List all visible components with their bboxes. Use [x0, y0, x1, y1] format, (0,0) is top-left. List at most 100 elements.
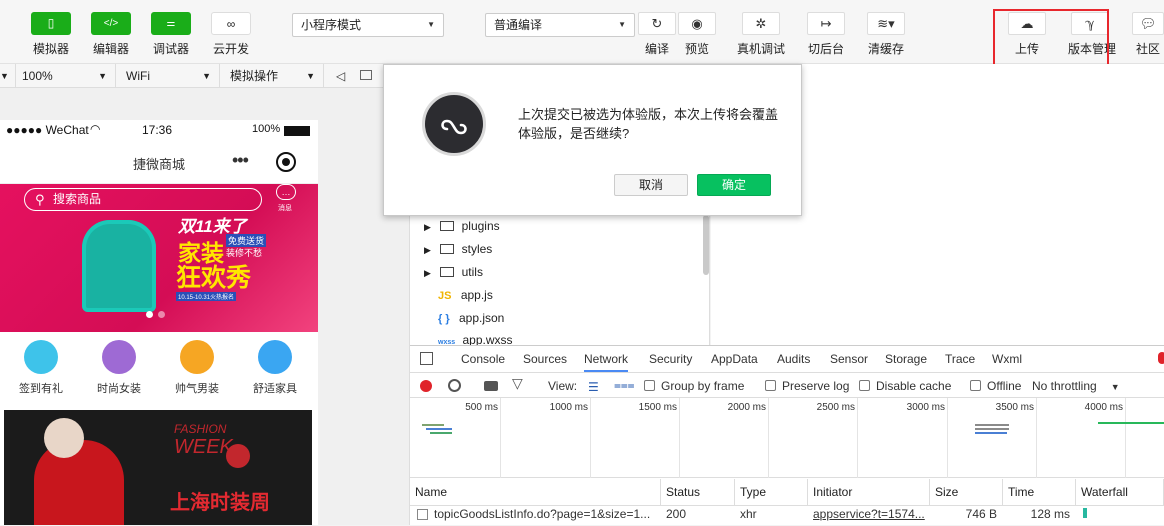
col-size[interactable]: Size: [930, 479, 1003, 506]
col-status[interactable]: Status: [661, 479, 735, 506]
message-icon[interactable]: …: [276, 184, 296, 200]
tree-file-app-json[interactable]: { } app.json: [438, 307, 504, 330]
record-icon[interactable]: [420, 380, 432, 392]
col-initiator[interactable]: Initiator: [808, 479, 930, 506]
speaker-icon[interactable]: ◁: [336, 69, 345, 83]
phone-status-bar: ●●●●● WeChat ◠ 17:36 100%: [0, 120, 318, 140]
simulator-panel: ●●●●● WeChat ◠ 17:36 100% 捷微商城 ••• ⚲ 搜索商…: [0, 88, 410, 525]
caret-down-icon: ▼: [98, 71, 107, 81]
promo-banner[interactable]: ⚲ 搜索商品 … 消息 双11来了 家装 狂欢秀 免费送货 装修不愁 10.15…: [0, 184, 318, 332]
timeline-bar: [426, 428, 452, 430]
compile-button[interactable]: ↻ 编译: [638, 12, 676, 57]
tab-console[interactable]: Console: [461, 346, 505, 372]
tree-folder-styles[interactable]: ▶ styles: [424, 238, 492, 261]
col-time[interactable]: Time: [1003, 479, 1076, 506]
eye-icon: ◉: [678, 12, 716, 35]
background-button[interactable]: ↦ 切后台: [806, 12, 846, 57]
chevron-right-icon: ▶: [424, 222, 431, 232]
throttling-select[interactable]: No throttling ▼: [1032, 373, 1120, 399]
camera-icon[interactable]: [484, 381, 498, 391]
cancel-button[interactable]: 取消: [614, 174, 688, 196]
compile-mode-select[interactable]: 普通编译 ▼: [485, 13, 635, 37]
inspect-element-icon[interactable]: [420, 352, 433, 365]
offline-checkbox[interactable]: Offline: [970, 373, 1021, 399]
tab-audits[interactable]: Audits: [777, 346, 810, 372]
switch-icon: ↦: [807, 12, 845, 35]
col-type[interactable]: Type: [735, 479, 808, 506]
fashion-week-banner[interactable]: FASHION WEEK 上海时装周: [4, 410, 312, 525]
close-capsule-icon[interactable]: [276, 152, 296, 172]
caret-down-icon: ▼: [427, 20, 435, 29]
code-icon: </>: [91, 12, 131, 35]
row-checkbox[interactable]: [417, 509, 428, 520]
network-timeline[interactable]: 500 ms 1000 ms 1500 ms 2000 ms 2500 ms 3…: [410, 398, 1164, 478]
tree-folder-plugins[interactable]: ▶ plugins: [424, 215, 500, 238]
folder-icon: [440, 267, 455, 277]
network-toolbar: ▽ View: ☰ ⩶ Group by frame Preserve log …: [410, 372, 1164, 398]
confirm-button[interactable]: 确定: [697, 174, 771, 196]
tab-security[interactable]: Security: [649, 346, 692, 372]
col-name[interactable]: Name: [410, 479, 661, 506]
caret-down-icon: ▼: [1110, 382, 1120, 392]
category-men[interactable]: 帅气男装: [164, 340, 230, 396]
phone-nav-bar: 捷微商城 •••: [0, 140, 318, 184]
debugger-button[interactable]: ⚌ 调试器: [140, 12, 202, 57]
initiator-link[interactable]: appservice?t=1574...: [808, 506, 930, 522]
chevron-right-icon: ▶: [424, 245, 431, 255]
table-row[interactable]: topicGoodsListInfo.do?page=1&size=1... 2…: [410, 506, 1164, 522]
disable-cache-checkbox[interactable]: Disable cache: [859, 373, 951, 399]
filter-icon[interactable]: ▽: [512, 375, 523, 392]
community-button[interactable]: 💬︎ 社区: [1132, 12, 1164, 57]
devtools-panel: Console Sources Network Security AppData…: [410, 345, 1164, 525]
real-device-debug-button[interactable]: ✲ 真机调试: [736, 12, 786, 57]
chevron-right-icon: ▶: [424, 268, 431, 278]
folder-icon: [440, 244, 455, 254]
category-furniture[interactable]: 舒适家具: [242, 340, 308, 396]
window-icon[interactable]: [360, 70, 372, 80]
tab-wxml[interactable]: Wxml: [992, 346, 1022, 372]
editor-button[interactable]: </> 编辑器: [80, 12, 142, 57]
file-tree: ▶ plugins ▶ styles ▶ utils JS app.js { }…: [410, 215, 710, 345]
device-select-tail[interactable]: ▼: [0, 64, 16, 88]
tab-storage[interactable]: Storage: [885, 346, 927, 372]
tree-file-app-wxss[interactable]: wxss app.wxss: [438, 329, 513, 345]
waterfall-view-icon[interactable]: ⩶: [614, 378, 635, 393]
tree-file-app-js[interactable]: JS app.js: [438, 284, 493, 307]
clear-icon[interactable]: [448, 379, 461, 392]
preserve-log-checkbox[interactable]: Preserve log: [765, 373, 849, 399]
network-select[interactable]: WiFi ▼: [120, 64, 220, 88]
category-checkin[interactable]: 签到有礼: [8, 340, 74, 396]
category-women[interactable]: 时尚女装: [86, 340, 152, 396]
tab-network[interactable]: Network: [584, 346, 629, 372]
cloud-link-icon: ∞: [211, 12, 251, 35]
tab-trace[interactable]: Trace: [945, 346, 975, 372]
simulator-button[interactable]: ▯ 模拟器: [20, 12, 82, 57]
json-file-icon: { }: [438, 313, 450, 325]
timeline-bar: [430, 432, 452, 434]
caret-down-icon: ▼: [306, 71, 315, 81]
tab-sources[interactable]: Sources: [523, 346, 567, 372]
wifi-icon: ◠: [90, 122, 101, 136]
carousel-dot[interactable]: [158, 311, 165, 318]
group-by-frame-checkbox[interactable]: Group by frame: [644, 373, 744, 399]
list-view-icon[interactable]: ☰: [588, 380, 599, 394]
zoom-select[interactable]: 100% ▼: [16, 64, 116, 88]
error-indicator-icon[interactable]: [1158, 352, 1164, 364]
col-waterfall[interactable]: Waterfall: [1076, 479, 1164, 506]
preview-button[interactable]: ◉ 预览: [678, 12, 716, 57]
search-input[interactable]: ⚲ 搜索商品: [24, 188, 262, 211]
more-dots-icon[interactable]: •••: [232, 150, 249, 171]
tab-sensor[interactable]: Sensor: [830, 346, 868, 372]
tree-folder-utils[interactable]: ▶ utils: [424, 261, 483, 284]
mode-select[interactable]: 小程序模式 ▼: [292, 13, 444, 37]
chat-icon: 💬︎: [1132, 12, 1164, 35]
simulate-operation-select[interactable]: 模拟操作 ▼: [224, 64, 324, 88]
tab-appdata[interactable]: AppData: [711, 346, 758, 372]
battery-icon: [284, 126, 310, 136]
bottle-icon: [258, 340, 292, 374]
tree-scrollbar[interactable]: [703, 215, 709, 275]
timeline-bar: [422, 424, 444, 426]
carousel-dot-active[interactable]: [146, 311, 153, 318]
clear-cache-button[interactable]: ≋▾ 清缓存: [864, 12, 908, 57]
cloud-dev-button[interactable]: ∞ 云开发: [200, 12, 262, 57]
